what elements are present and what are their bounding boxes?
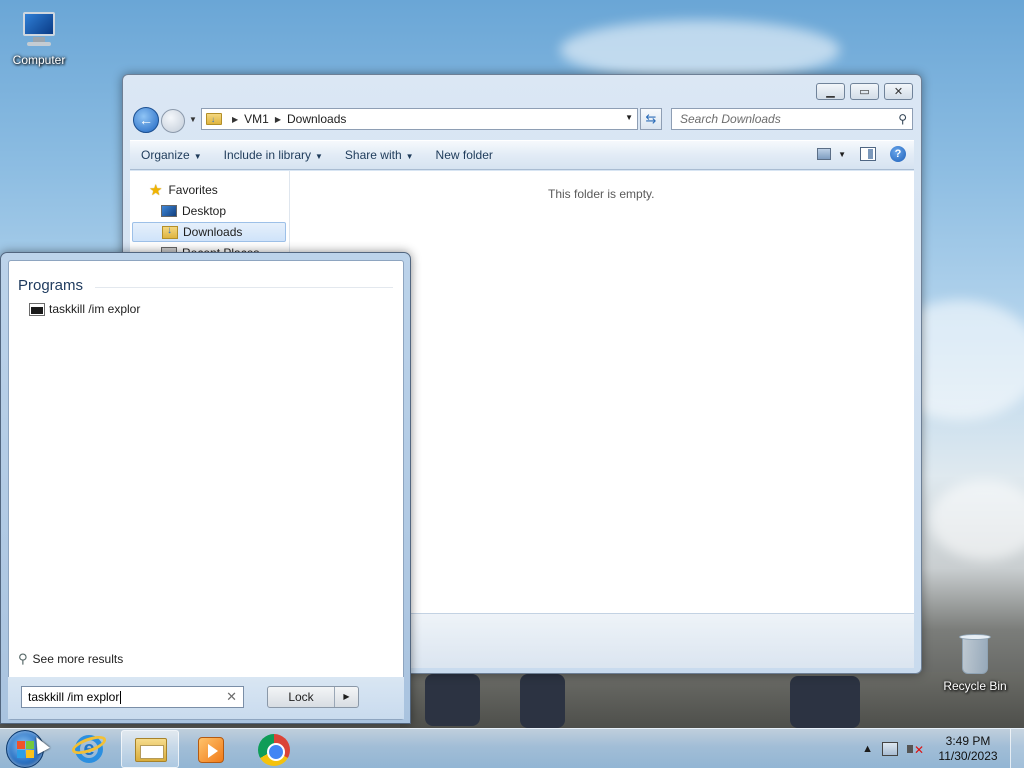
nav-item-favorites[interactable]: ★ Favorites — [132, 180, 286, 200]
include-in-library-label: Include in library — [223, 148, 311, 162]
wallpaper-figure — [790, 676, 860, 728]
taskbar-windows-explorer[interactable] — [121, 730, 179, 768]
view-controls: ▼ ? — [817, 146, 906, 162]
clear-search-icon[interactable]: ✕ — [226, 689, 237, 705]
search-result-item[interactable]: taskkill /im explor — [29, 302, 140, 316]
chevron-down-icon: ▼ — [405, 152, 414, 161]
minimize-icon: ▁ — [826, 86, 835, 98]
nav-item-label: Downloads — [183, 225, 243, 239]
search-result-label: taskkill /im explor — [49, 302, 141, 316]
taskbar-chrome[interactable] — [245, 730, 303, 768]
forward-button[interactable] — [161, 109, 185, 133]
downloads-folder-icon — [162, 225, 178, 239]
preview-pane-icon[interactable] — [860, 147, 876, 161]
help-icon[interactable]: ? — [890, 146, 906, 162]
nav-item-label: Desktop — [182, 204, 227, 218]
chevron-down-icon: ▼ — [193, 152, 202, 161]
power-options-arrow-icon[interactable]: ▶ — [335, 687, 358, 707]
address-bar[interactable]: ↓ ▶ VM1 ▶ Downloads ▼ — [201, 108, 638, 130]
cloud — [930, 480, 1024, 560]
see-more-results-link[interactable]: ⚲ See more results — [18, 651, 123, 667]
downloads-folder-icon: ↓ — [206, 113, 222, 125]
desktop-icon-computer[interactable]: Computer — [1, 10, 77, 67]
search-input[interactable]: Search Downloads ⚲ — [671, 108, 913, 130]
computer-icon — [19, 10, 59, 50]
refresh-button[interactable]: ⇆ — [640, 108, 662, 130]
wallpaper-figure — [520, 674, 565, 728]
maximize-icon: ▭ — [859, 86, 870, 98]
address-row: ← ▼ ↓ ▶ VM1 ▶ Downloads ▼ ⇆ Search Downl… — [131, 107, 913, 133]
divider — [95, 287, 393, 288]
desktop-icon — [161, 205, 177, 217]
desktop-ground — [400, 672, 1024, 728]
search-input-value: taskkill /im explor — [28, 690, 120, 704]
clock-date: 11/30/2023 — [938, 749, 998, 763]
include-in-library-button[interactable]: Include in library ▼ — [224, 148, 323, 162]
share-with-button[interactable]: Share with ▼ — [345, 148, 414, 162]
star-icon: ★ — [149, 182, 163, 199]
windows-explorer-icon — [135, 738, 167, 762]
arrow-left-icon: ← — [139, 112, 153, 128]
desktop-icon-recycle-bin[interactable]: Recycle Bin — [937, 632, 1013, 693]
recent-pages-dropdown[interactable]: ▼ — [189, 115, 197, 124]
taskbar-windows-media-player[interactable] — [182, 730, 240, 768]
section-heading: Programs — [18, 277, 84, 294]
cloud — [560, 20, 840, 80]
recycle-bin-icon — [958, 632, 992, 676]
search-placeholder: Search Downloads — [680, 112, 781, 126]
empty-folder-message: This folder is empty. — [548, 187, 655, 201]
command-bar: Organize ▼ Include in library ▼ Share with… — [130, 140, 914, 170]
share-with-label: Share with — [344, 148, 402, 162]
desktop-icon-label: Computer — [12, 53, 66, 67]
windows-media-player-icon — [198, 737, 224, 763]
clock-time: 3:49 PM — [945, 734, 991, 748]
change-view-button[interactable]: ▼ — [817, 148, 846, 160]
breadcrumb-item[interactable]: Downloads — [287, 112, 346, 126]
command-prompt-icon — [29, 302, 45, 316]
clock[interactable]: 3:49 PM 11/30/2023 — [932, 734, 1004, 764]
breadcrumb-chevron-icon[interactable]: ▶ — [275, 115, 281, 124]
see-more-label: See more results — [32, 652, 124, 666]
chevron-down-icon: ▼ — [838, 149, 846, 159]
organize-label: Organize — [141, 148, 190, 162]
wallpaper-figure — [425, 674, 480, 726]
address-dropdown-icon[interactable]: ▼ — [625, 113, 633, 122]
volume-muted-icon[interactable]: ✕ — [907, 742, 924, 757]
back-button[interactable]: ← — [133, 107, 159, 133]
network-icon[interactable] — [882, 742, 898, 756]
view-icon — [817, 148, 832, 160]
lock-button-label: Lock — [268, 687, 335, 707]
window-controls: ▁ ▭ ✕ — [816, 83, 913, 100]
taskbar: e ▲ ✕ 3:49 PM 11/30/2023 — [0, 728, 1024, 768]
notification-area: ▲ ✕ 3:49 PM 11/30/2023 — [862, 729, 1024, 768]
search-results-panel: Programs taskkill /im explor ⚲ See more … — [8, 260, 404, 720]
text-caret — [120, 691, 122, 705]
minimize-button[interactable]: ▁ — [816, 83, 845, 100]
maximize-button[interactable]: ▭ — [850, 83, 879, 100]
close-button[interactable]: ✕ — [884, 83, 913, 100]
chrome-icon — [258, 734, 290, 766]
nav-item-label: Favorites — [168, 183, 218, 197]
desktop-icon-label: Recycle Bin — [943, 679, 1007, 693]
taskbar-internet-explorer[interactable]: e — [60, 730, 118, 768]
breadcrumb-chevron-icon[interactable]: ▶ — [232, 115, 238, 124]
chevron-down-icon: ▼ — [315, 152, 323, 161]
lock-button[interactable]: Lock ▶ — [267, 686, 359, 708]
start-search-input[interactable]: taskkill /im explor ✕ — [21, 686, 244, 708]
breadcrumb-item[interactable]: VM1 — [244, 112, 269, 126]
show-desktop-button[interactable] — [1010, 729, 1024, 768]
new-folder-button[interactable]: New folder — [436, 148, 493, 162]
close-icon: ✕ — [893, 86, 904, 98]
nav-item-desktop[interactable]: Desktop — [132, 201, 286, 221]
nav-item-downloads[interactable]: Downloads — [132, 222, 286, 242]
show-hidden-icons-button[interactable]: ▲ — [862, 743, 873, 755]
new-folder-label: New folder — [435, 148, 493, 162]
organize-button[interactable]: Organize ▼ — [141, 148, 202, 162]
search-icon: ⚲ — [18, 651, 28, 666]
search-icon[interactable]: ⚲ — [898, 112, 907, 126]
start-menu: Programs taskkill /im explor ⚲ See more … — [0, 252, 411, 724]
